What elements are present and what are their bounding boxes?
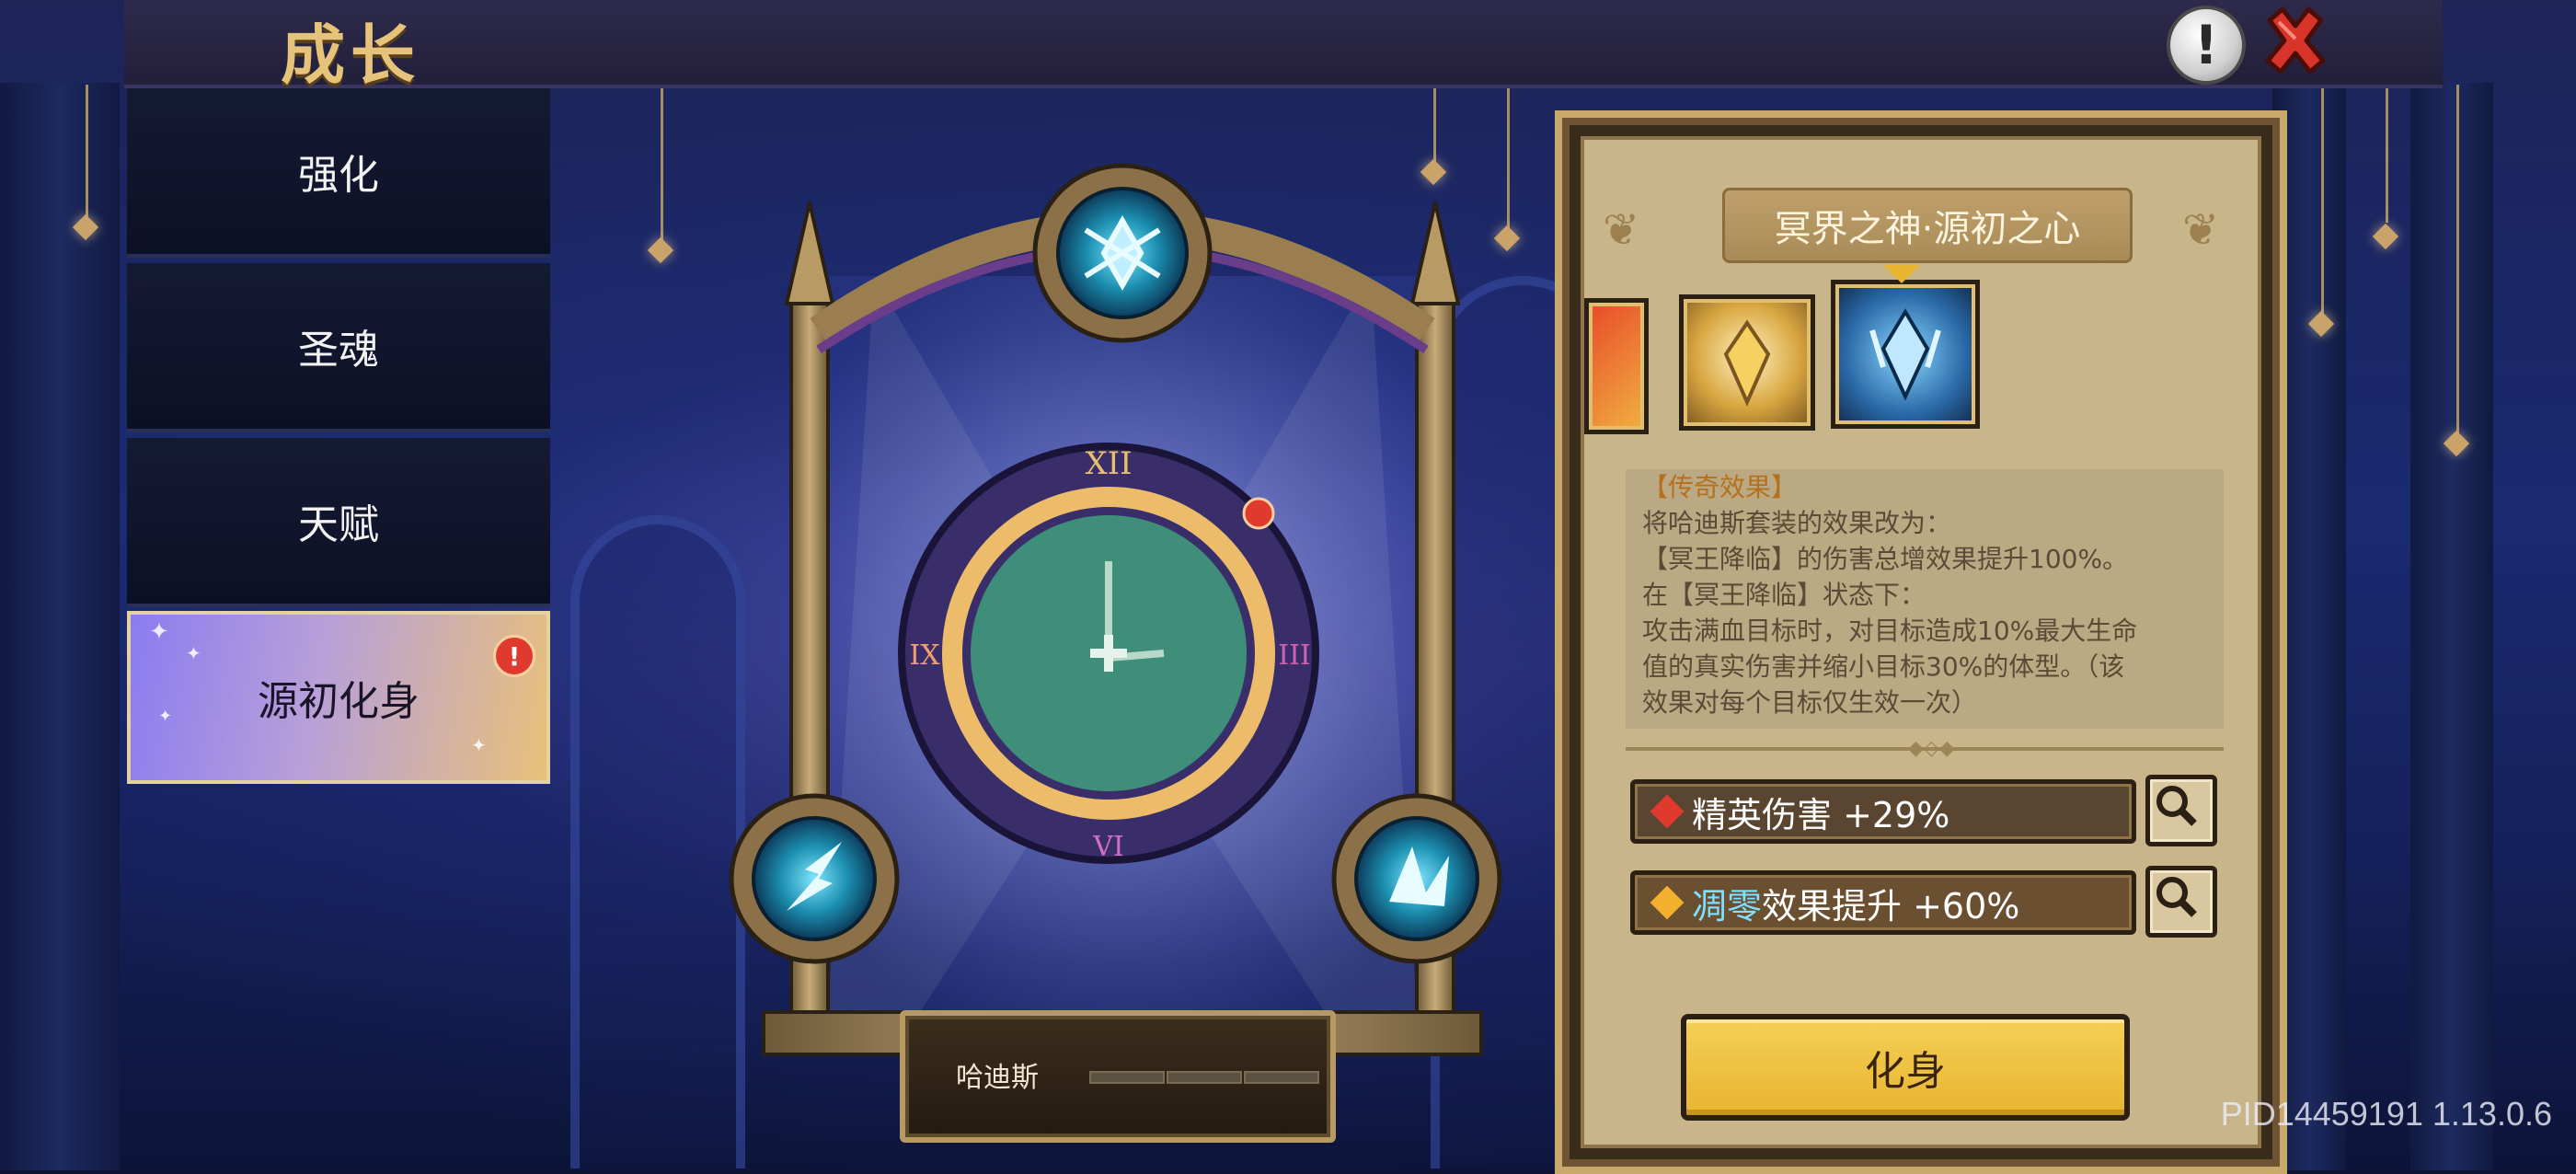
close-button[interactable] <box>2259 4 2332 77</box>
set-title: 冥界之神·源初之心 <box>1722 188 2133 263</box>
effect-line: 在【冥王降临】状态下： <box>1642 580 1926 610</box>
avatar-button[interactable]: 化身 <box>1681 1014 2130 1121</box>
sparkle-icon: ✦ <box>471 734 487 756</box>
stat-wither-effect: 凋零 效果提升 +60% <box>1630 870 2136 935</box>
character-name: 哈迪斯 <box>956 1062 1039 1094</box>
hanging-ornament <box>2306 308 2337 358</box>
clock-numeral-xii: XII <box>1085 445 1132 482</box>
effect-line: 将哈迪斯套装的效果改为： <box>1642 508 1952 538</box>
sidebar: 强化 圣魂 天赋 ✦ ✦ ✦ ✦ 源初化身 ! <box>127 88 550 1170</box>
finial-left <box>784 201 835 305</box>
ornament-string <box>2456 85 2459 434</box>
finial-right <box>1409 201 1461 305</box>
sparkle-icon: ✦ <box>158 707 173 726</box>
left-medallion <box>752 816 877 941</box>
set-portrait-partial[interactable] <box>1584 298 1649 434</box>
progress-segment <box>1244 1071 1319 1084</box>
sidebar-item-label: 强化 <box>298 152 379 199</box>
ornament-string <box>86 85 88 223</box>
progress-segment <box>1089 1071 1165 1084</box>
hanging-ornament <box>645 235 676 284</box>
selected-arrow-icon <box>1883 265 1920 283</box>
clock-numeral-vi: VI <box>1092 831 1124 863</box>
flourish-right-icon: ❦ <box>2182 204 2220 256</box>
zoom-button[interactable] <box>2145 775 2217 846</box>
effect-title: 【传奇效果】 <box>1642 472 1798 502</box>
set-portrait-hades[interactable] <box>1831 280 1980 429</box>
effect-line: 【冥王降临】的伤害总增效果提升100%。 <box>1642 544 2129 574</box>
clock-alert-dot <box>1242 497 1275 530</box>
alert-badge-icon: ! <box>493 635 535 677</box>
sparkle-icon: ✦ <box>186 642 201 664</box>
legend-effect-description: 【传奇效果】 将哈迪斯套装的效果改为： 【冥王降临】的伤害总增效果提升100%。… <box>1626 469 2224 729</box>
sidebar-item-label: 源初化身 <box>258 678 420 725</box>
hanging-ornament <box>2370 221 2401 270</box>
sidebar-item-enhance[interactable]: 强化 <box>127 88 550 258</box>
flourish-left-icon: ❦ <box>1603 204 1640 256</box>
sidebar-item-primal-avatar[interactable]: ✦ ✦ ✦ ✦ 源初化身 ! <box>127 611 550 784</box>
sidebar-item-label: 圣魂 <box>298 327 379 374</box>
sidebar-item-label: 天赋 <box>298 501 379 548</box>
help-button[interactable]: ! <box>2167 6 2246 85</box>
clock-numeral-ix: IX <box>909 639 940 672</box>
stat-label: 精英伤害 +29% <box>1692 794 1950 835</box>
sidebar-item-talent[interactable]: 天赋 <box>127 438 550 607</box>
stat-elite-damage: 精英伤害 +29% <box>1630 779 2136 844</box>
red-gem-icon <box>1650 794 1685 829</box>
top-bar <box>124 0 2443 88</box>
orbit-clock: XII IX III VI <box>898 443 1319 864</box>
ornament-string <box>2321 85 2324 315</box>
sparkle-icon: ✦ <box>149 618 169 646</box>
panel-parchment: ❦ 冥界之神·源初之心 ❦ 【传奇效果】 将哈迪斯套装的效果改为： 【冥王降临】… <box>1581 136 2261 1148</box>
stat-label: 效果提升 +60% <box>1762 885 2020 927</box>
exclamation-icon: ! <box>2193 14 2219 76</box>
effect-line: 攻击满血目标时，对目标造成10%最大生命 <box>1642 616 2138 646</box>
ornament-string <box>661 85 663 241</box>
set-portrait-holy[interactable] <box>1679 294 1815 431</box>
background-pillar <box>0 83 120 1170</box>
magnifier-icon <box>2156 786 2197 826</box>
stat-highlight: 凋零 <box>1692 885 1763 927</box>
hanging-ornament <box>70 212 101 261</box>
avatar-detail-panel: ❦ 冥界之神·源初之心 ❦ 【传奇效果】 将哈迪斯套装的效果改为： 【冥王降临】… <box>1555 110 2287 1174</box>
progress-segment <box>1167 1071 1242 1084</box>
effect-line: 值的真实伤害并缩小目标30%的体型。（该 <box>1642 651 2125 682</box>
close-x-icon <box>2265 6 2326 75</box>
zoom-button[interactable] <box>2145 866 2217 938</box>
gold-gem-icon <box>1650 885 1685 920</box>
crystal-icon <box>1723 319 1771 407</box>
background-pillar <box>2410 83 2493 1170</box>
magnifier-icon <box>2156 877 2197 917</box>
effect-line: 效果对每个目标仅生效一次） <box>1642 687 1978 718</box>
divider-ornament-icon: ◆◇◆ <box>1908 737 1955 760</box>
page-title: 成长 <box>281 17 420 93</box>
hanging-ornament <box>2441 428 2472 478</box>
version-label: PID14459191 1.13.0.6 <box>2220 1095 2552 1133</box>
sidebar-item-holy-soul[interactable]: 圣魂 <box>127 263 550 432</box>
character-nameplate: 哈迪斯 <box>900 1010 1336 1143</box>
ornament-string <box>2386 85 2388 223</box>
clock-numeral-iii: III <box>1278 639 1311 672</box>
ice-crown-icon <box>1869 308 1941 401</box>
